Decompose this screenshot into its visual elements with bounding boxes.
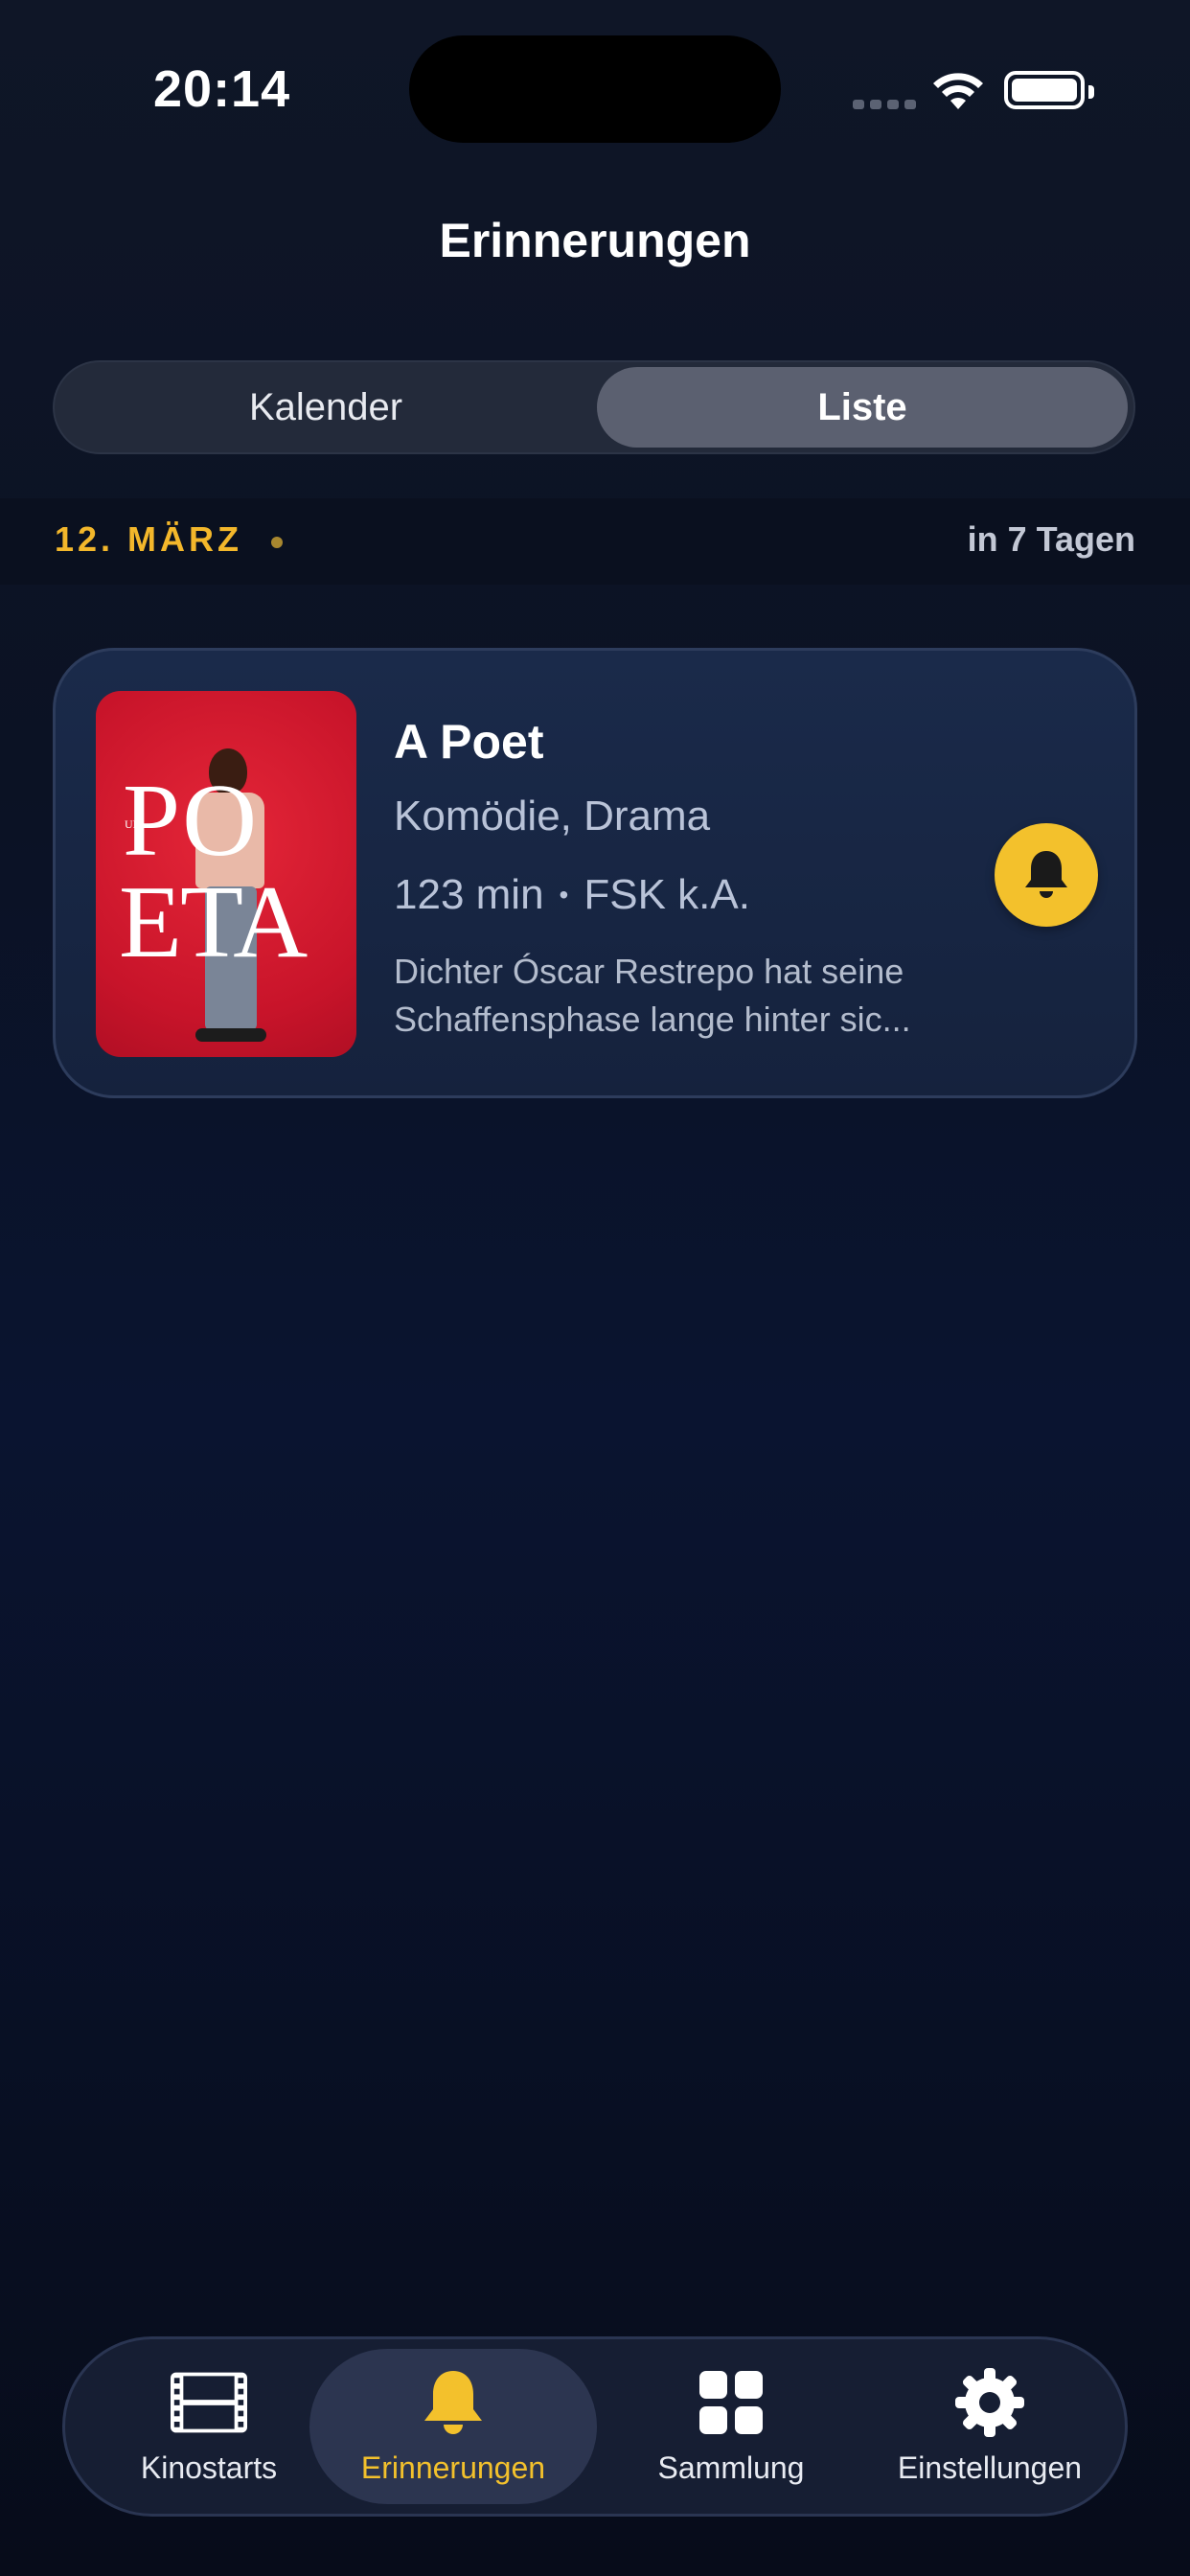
bell-icon	[415, 2368, 492, 2437]
reminder-toggle-button[interactable]	[995, 823, 1098, 927]
gear-icon	[951, 2367, 1028, 2437]
grid-icon	[693, 2368, 769, 2437]
bell-icon	[1025, 851, 1067, 898]
segment-kalender[interactable]: Kalender	[60, 367, 591, 448]
tab-label-sammlung: Sammlung	[657, 2450, 805, 2485]
date-section-header: 12. MÄRZ in 7 Tagen	[0, 498, 1190, 585]
dynamic-island	[409, 35, 781, 143]
film-icon	[171, 2368, 247, 2437]
tab-label-erinnerungen: Erinnerungen	[360, 2450, 546, 2485]
tab-sammlung[interactable]: Sammlung	[597, 2349, 865, 2504]
movie-meta: 123 min • FSK k.A.	[394, 871, 750, 919]
tab-label-kinostarts: Kinostarts	[140, 2450, 278, 2485]
date-label: 12. MÄRZ	[55, 519, 243, 559]
cellular-signal-icon	[853, 100, 916, 109]
wifi-icon	[933, 73, 983, 109]
view-mode-segmented-control: Kalender Liste	[53, 360, 1135, 454]
days-away-label: in 7 Tagen	[967, 519, 1135, 559]
tab-einstellungen[interactable]: Einstellungen	[856, 2349, 1124, 2504]
tab-bar: Kinostarts Erinnerungen Sammlung Einstel…	[62, 2336, 1128, 2517]
battery-icon	[1004, 71, 1094, 109]
tab-kinostarts[interactable]: Kinostarts	[75, 2349, 343, 2504]
status-time: 20:14	[153, 60, 291, 118]
meta-separator: •	[559, 880, 569, 909]
status-bar: 20:14	[0, 0, 1190, 153]
tab-erinnerungen[interactable]: Erinnerungen	[309, 2349, 597, 2504]
tab-label-einstellungen: Einstellungen	[897, 2450, 1083, 2485]
page-title: Erinnerungen	[439, 214, 751, 267]
movie-poster: PO UN ETA	[96, 691, 356, 1057]
movie-genre: Komödie, Drama	[394, 793, 711, 840]
movie-rating: FSK k.A.	[584, 871, 750, 918]
movie-title: A Poet	[394, 715, 544, 769]
segment-liste[interactable]: Liste	[597, 367, 1128, 448]
poster-title-small: UN	[125, 817, 142, 831]
poster-title-line1: PO	[123, 764, 260, 878]
movie-runtime: 123 min	[394, 871, 544, 918]
poster-title-line2: ETA	[119, 865, 308, 979]
movie-card[interactable]: PO UN ETA A Poet Komödie, Drama 123 min …	[53, 648, 1137, 1098]
movie-description: Dichter Óscar Restrepo hat seine Schaffe…	[394, 952, 911, 1039]
dot-separator	[271, 537, 283, 548]
